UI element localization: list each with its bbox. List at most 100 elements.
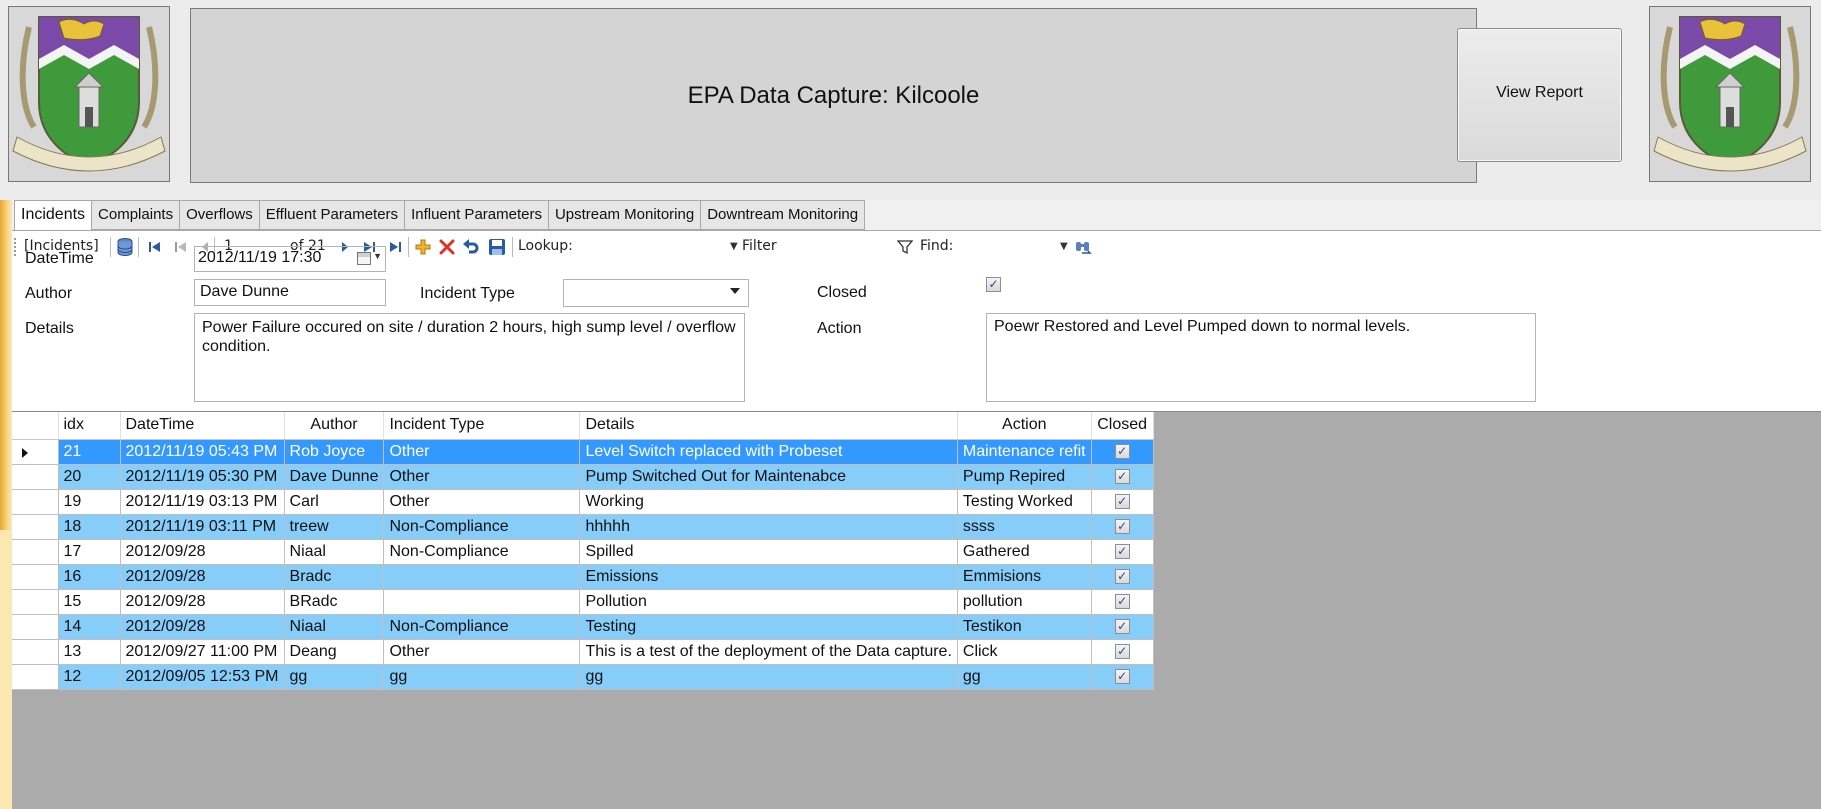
- tab-influent-parameters[interactable]: Influent Parameters: [405, 200, 549, 230]
- row-header[interactable]: [12, 664, 59, 690]
- cell-details[interactable]: Spilled: [579, 539, 958, 565]
- undo-icon[interactable]: [460, 236, 482, 258]
- cell-idx[interactable]: 13: [58, 639, 121, 665]
- table-row[interactable]: 13 2012/09/27 11:00 PM Deang Other This is a…: [12, 639, 1154, 665]
- cell-action[interactable]: ssss: [957, 514, 1092, 540]
- cell-datetime[interactable]: 2012/09/28: [120, 539, 285, 565]
- delete-icon[interactable]: [436, 236, 458, 258]
- row-header[interactable]: [12, 639, 59, 665]
- row-header[interactable]: [12, 539, 59, 565]
- cell-datetime[interactable]: 2012/09/27 11:00 PM: [120, 639, 285, 665]
- cell-author[interactable]: treew: [284, 514, 385, 540]
- cell-action[interactable]: Click: [957, 639, 1092, 665]
- cell-datetime[interactable]: 2012/11/19 03:13 PM: [120, 489, 285, 515]
- details-textarea[interactable]: Power Failure occured on site / duration…: [194, 313, 745, 402]
- row-header[interactable]: [12, 514, 59, 540]
- closed-checkbox[interactable]: ✓: [1114, 668, 1130, 684]
- table-row[interactable]: 19 2012/11/19 03:13 PM Carl Other Working Tes…: [12, 489, 1154, 515]
- closed-checkbox[interactable]: ✓: [1114, 493, 1130, 509]
- lookup-dropdown-icon[interactable]: ▼: [730, 241, 738, 252]
- first-record-icon[interactable]: [144, 236, 166, 258]
- tab-overflows[interactable]: Overflows: [180, 200, 260, 230]
- closed-checkbox[interactable]: ✓: [986, 277, 1001, 292]
- cell-author[interactable]: Dave Dunne: [284, 464, 385, 490]
- closed-checkbox[interactable]: ✓: [1114, 443, 1130, 459]
- cell-action[interactable]: gg: [957, 664, 1092, 690]
- column-header-details[interactable]: Details: [579, 412, 958, 440]
- calendar-icon[interactable]: [357, 252, 371, 265]
- row-header[interactable]: [12, 439, 59, 465]
- cell-action[interactable]: Testing Worked: [957, 489, 1092, 515]
- toolbar-grip[interactable]: [14, 238, 17, 256]
- table-row[interactable]: 21 2012/11/19 05:43 PM Rob Joyce Other Level…: [12, 439, 1154, 465]
- cell-details[interactable]: This is a test of the deployment of the …: [579, 639, 958, 665]
- column-header-author[interactable]: Author: [284, 412, 385, 440]
- column-header-incident-type[interactable]: Incident Type: [383, 412, 581, 440]
- row-header[interactable]: [12, 614, 59, 640]
- cell-incident-type[interactable]: Other: [383, 639, 581, 665]
- cell-author[interactable]: Carl: [284, 489, 385, 515]
- datetime-picker[interactable]: 2012/11/19 17:30 ▼: [194, 246, 386, 272]
- cell-details[interactable]: Pollution: [579, 589, 958, 615]
- cell-details[interactable]: gg: [579, 664, 958, 690]
- cell-idx[interactable]: 19: [58, 489, 121, 515]
- closed-checkbox[interactable]: ✓: [1114, 593, 1130, 609]
- cell-datetime[interactable]: 2012/09/28: [120, 564, 285, 590]
- table-row[interactable]: 17 2012/09/28 Niaal Non-Compliance Spilled Ga…: [12, 539, 1154, 565]
- table-row[interactable]: 18 2012/11/19 03:11 PM treew Non-Compliance…: [12, 514, 1154, 540]
- tab-incidents[interactable]: Incidents: [14, 200, 93, 231]
- cell-author[interactable]: Niaal: [284, 614, 385, 640]
- closed-checkbox[interactable]: ✓: [1114, 618, 1130, 634]
- cell-idx[interactable]: 17: [58, 539, 121, 565]
- cell-incident-type[interactable]: Other: [383, 439, 581, 465]
- cell-closed[interactable]: ✓: [1091, 539, 1154, 565]
- cell-incident-type[interactable]: Other: [383, 489, 581, 515]
- table-row[interactable]: 12 2012/09/05 12:53 PM gg gg gg gg ✓: [12, 664, 1154, 690]
- filter-label[interactable]: Filter: [742, 238, 777, 254]
- cell-author[interactable]: Bradc: [284, 564, 385, 590]
- cell-author[interactable]: gg: [284, 664, 385, 690]
- cell-incident-type[interactable]: [383, 564, 581, 590]
- cell-idx[interactable]: 15: [58, 589, 121, 615]
- incident-type-select[interactable]: [563, 279, 749, 307]
- cell-idx[interactable]: 18: [58, 514, 121, 540]
- cell-details[interactable]: hhhhh: [579, 514, 958, 540]
- filter-funnel-icon[interactable]: [894, 236, 916, 258]
- row-header[interactable]: [12, 464, 59, 490]
- cell-incident-type[interactable]: Non-Compliance: [383, 539, 581, 565]
- cell-closed[interactable]: ✓: [1091, 664, 1154, 690]
- closed-checkbox[interactable]: ✓: [1114, 568, 1130, 584]
- cell-details[interactable]: Level Switch replaced with Probeset: [579, 439, 958, 465]
- cell-datetime[interactable]: 2012/11/19 03:11 PM: [120, 514, 285, 540]
- last-record-icon[interactable]: [384, 236, 406, 258]
- column-header-closed[interactable]: Closed: [1091, 412, 1154, 440]
- cell-idx[interactable]: 20: [58, 464, 121, 490]
- closed-checkbox[interactable]: ✓: [1114, 643, 1130, 659]
- cell-action[interactable]: pollution: [957, 589, 1092, 615]
- cell-action[interactable]: Pump Repired: [957, 464, 1092, 490]
- cell-action[interactable]: Testikon: [957, 614, 1092, 640]
- table-row[interactable]: 16 2012/09/28 Bradc Emissions Emmisions ✓: [12, 564, 1154, 590]
- save-icon[interactable]: [486, 236, 508, 258]
- cell-incident-type[interactable]: gg: [383, 664, 581, 690]
- view-report-button[interactable]: View Report: [1457, 28, 1622, 162]
- cell-closed[interactable]: ✓: [1091, 614, 1154, 640]
- cell-idx[interactable]: 21: [58, 439, 121, 465]
- tab-effluent-parameters[interactable]: Effluent Parameters: [259, 200, 406, 230]
- cell-incident-type[interactable]: Non-Compliance: [383, 614, 581, 640]
- closed-checkbox[interactable]: ✓: [1114, 543, 1130, 559]
- column-header-action[interactable]: Action: [957, 412, 1092, 440]
- row-header[interactable]: [12, 489, 59, 515]
- action-textarea[interactable]: Poewr Restored and Level Pumped down to …: [986, 313, 1536, 402]
- table-row[interactable]: 14 2012/09/28 Niaal Non-Compliance Testing Te…: [12, 614, 1154, 640]
- tab-complaints[interactable]: Complaints: [92, 200, 181, 230]
- cell-action[interactable]: Emmisions: [957, 564, 1092, 590]
- cell-idx[interactable]: 14: [58, 614, 121, 640]
- column-header-datetime[interactable]: DateTime: [120, 412, 285, 440]
- closed-checkbox[interactable]: ✓: [1114, 518, 1130, 534]
- column-header-idx[interactable]: idx: [58, 412, 121, 440]
- cell-details[interactable]: Working: [579, 489, 958, 515]
- cell-incident-type[interactable]: Non-Compliance: [383, 514, 581, 540]
- database-icon[interactable]: [114, 236, 136, 258]
- cell-details[interactable]: Emissions: [579, 564, 958, 590]
